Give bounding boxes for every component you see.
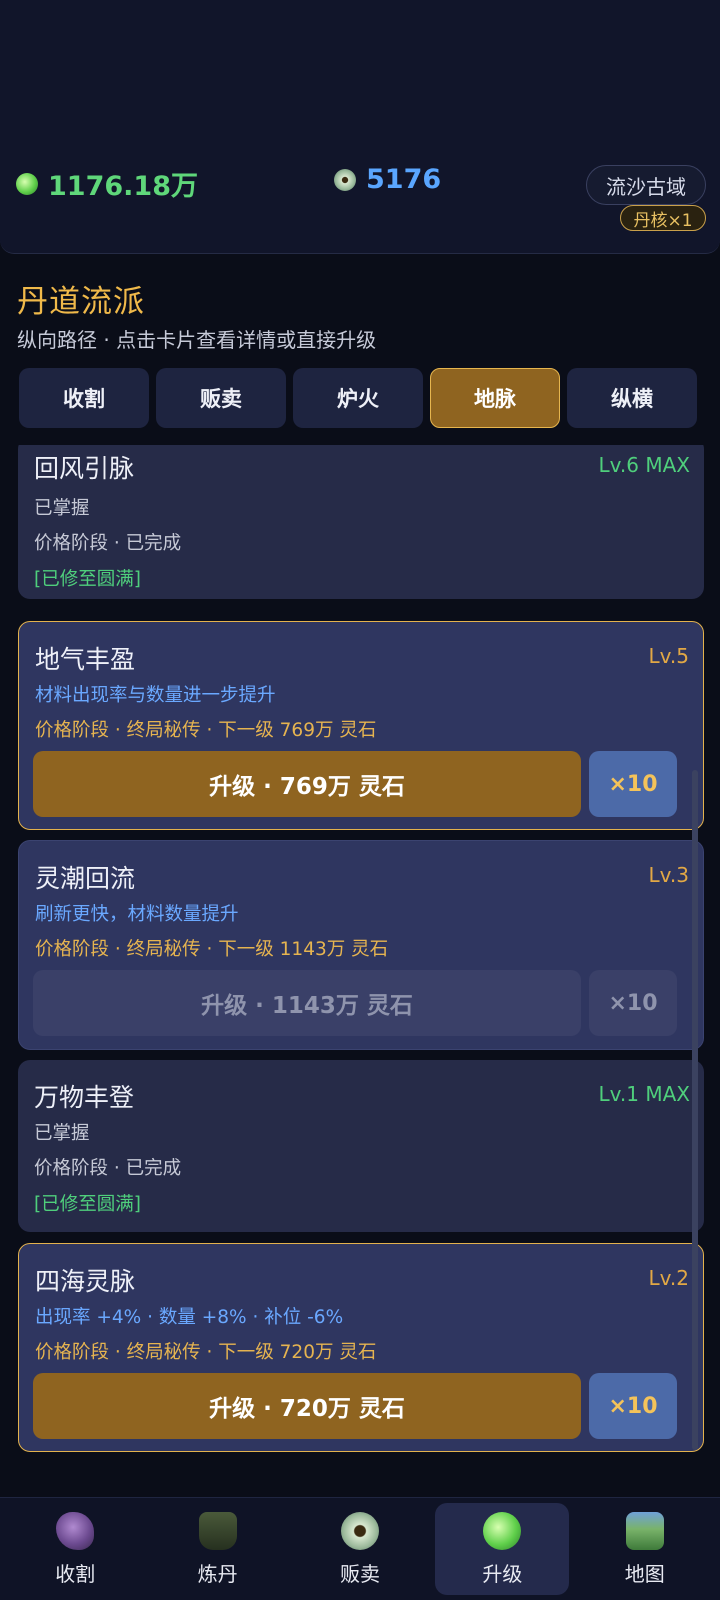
upgrade-x10-button[interactable]: ×10 bbox=[589, 970, 677, 1036]
card-name: 回风引脉 bbox=[34, 454, 135, 483]
card-name: 灵潮回流 bbox=[35, 864, 136, 893]
top-header: 1176.18万 5176 流沙古域 丹核×1 bbox=[0, 0, 720, 254]
upgrade-x10-button[interactable]: ×10 bbox=[589, 1373, 677, 1439]
tab-earth-vein[interactable]: 地脉 bbox=[430, 368, 560, 428]
upgrade-card[interactable]: 回风引脉 Lv.6 MAX 已掌握 价格阶段 · 已完成 [已修至圆满] bbox=[18, 445, 704, 599]
upgrade-card[interactable]: 灵潮回流 Lv.3 刷新更快，材料数量提升 价格阶段 · 终局秘传 · 下一级 … bbox=[18, 840, 704, 1050]
pellet-value: 5176 bbox=[366, 164, 442, 195]
path-tabs: 收割 贩卖 炉火 地脉 纵横 bbox=[19, 368, 701, 428]
upgrade-button[interactable]: 升级 · 769万 灵石 bbox=[33, 751, 581, 817]
nav-upgrade[interactable]: 升级 bbox=[435, 1503, 570, 1595]
pellet-coin-icon bbox=[334, 168, 356, 191]
spirit-stone-value: 1176.18万 bbox=[48, 171, 198, 202]
nav-alchemy[interactable]: 炼丹 bbox=[151, 1503, 285, 1595]
card-name: 地气丰盈 bbox=[35, 645, 136, 674]
region-button[interactable]: 流沙古域 bbox=[586, 165, 706, 205]
upgrade-button[interactable]: 升级 · 720万 灵石 bbox=[33, 1373, 581, 1439]
tab-zongheng[interactable]: 纵横 bbox=[567, 368, 697, 428]
nav-label: 升级 bbox=[482, 1561, 523, 1586]
card-status: 已掌握 bbox=[34, 498, 90, 519]
card-price-stage: 价格阶段 · 终局秘传 · 下一级 769万 灵石 bbox=[35, 720, 377, 741]
nav-map[interactable]: 地图 bbox=[578, 1503, 712, 1595]
upgrade-button[interactable]: 升级 · 1143万 灵石 bbox=[33, 970, 581, 1036]
card-level: Lv.1 MAX bbox=[598, 1082, 690, 1106]
card-done-tag: [已修至圆满] bbox=[34, 569, 141, 590]
list-scrollbar[interactable] bbox=[692, 770, 698, 1450]
upgrade-card[interactable]: 四海灵脉 Lv.2 出现率 +4% · 数量 +8% · 补位 -6% 价格阶段… bbox=[18, 1243, 704, 1452]
spirit-stone-counter: 1176.18万 bbox=[16, 164, 198, 203]
upgrade-orb-icon bbox=[483, 1511, 522, 1550]
sell-coin-icon bbox=[340, 1511, 379, 1550]
nav-label: 收割 bbox=[55, 1561, 96, 1586]
upgrade-card[interactable]: 万物丰登 Lv.1 MAX 已掌握 价格阶段 · 已完成 [已修至圆满] bbox=[18, 1060, 704, 1232]
card-price-stage: 价格阶段 · 终局秘传 · 下一级 1143万 灵石 bbox=[35, 939, 389, 960]
card-description: 刷新更快，材料数量提升 bbox=[35, 904, 239, 925]
pellet-counter: 5176 bbox=[334, 164, 441, 195]
nav-harvest[interactable]: 收割 bbox=[8, 1503, 142, 1595]
card-status: 已掌握 bbox=[34, 1123, 90, 1144]
tab-furnace[interactable]: 炉火 bbox=[293, 368, 423, 428]
section-title: 丹道流派 bbox=[17, 284, 145, 320]
card-level: Lv.6 MAX bbox=[598, 453, 690, 477]
spirit-stone-icon bbox=[16, 172, 38, 195]
core-badge: 丹核×1 bbox=[620, 205, 706, 231]
card-level: Lv.3 bbox=[648, 863, 689, 887]
card-description: 材料出现率与数量进一步提升 bbox=[35, 685, 276, 706]
card-price-stage: 价格阶段 · 终局秘传 · 下一级 720万 灵石 bbox=[35, 1342, 377, 1363]
card-level: Lv.5 bbox=[648, 644, 689, 668]
bottom-nav: 收割 炼丹 贩卖 升级 地图 bbox=[0, 1497, 720, 1600]
nav-label: 地图 bbox=[624, 1561, 665, 1586]
tab-sell[interactable]: 贩卖 bbox=[156, 368, 286, 428]
harvest-icon bbox=[56, 1511, 95, 1550]
card-level: Lv.2 bbox=[648, 1266, 689, 1290]
card-description: 出现率 +4% · 数量 +8% · 补位 -6% bbox=[35, 1307, 344, 1328]
card-price-stage: 价格阶段 · 已完成 bbox=[34, 533, 182, 554]
map-icon bbox=[625, 1511, 664, 1550]
card-name: 四海灵脉 bbox=[35, 1267, 136, 1296]
section-subtitle: 纵向路径 · 点击卡片查看详情或直接升级 bbox=[17, 328, 377, 352]
upgrade-list[interactable]: 回风引脉 Lv.6 MAX 已掌握 价格阶段 · 已完成 [已修至圆满] 地气丰… bbox=[18, 445, 705, 1458]
card-price-stage: 价格阶段 · 已完成 bbox=[34, 1158, 182, 1179]
nav-sell[interactable]: 贩卖 bbox=[293, 1503, 427, 1595]
card-done-tag: [已修至圆满] bbox=[34, 1194, 141, 1215]
alchemy-cauldron-icon bbox=[198, 1511, 237, 1550]
tab-harvest[interactable]: 收割 bbox=[19, 368, 149, 428]
upgrade-card[interactable]: 地气丰盈 Lv.5 材料出现率与数量进一步提升 价格阶段 · 终局秘传 · 下一… bbox=[18, 621, 704, 830]
upgrade-x10-button[interactable]: ×10 bbox=[589, 751, 677, 817]
nav-label: 炼丹 bbox=[197, 1561, 238, 1586]
card-name: 万物丰登 bbox=[34, 1083, 135, 1112]
nav-label: 贩卖 bbox=[339, 1561, 380, 1586]
